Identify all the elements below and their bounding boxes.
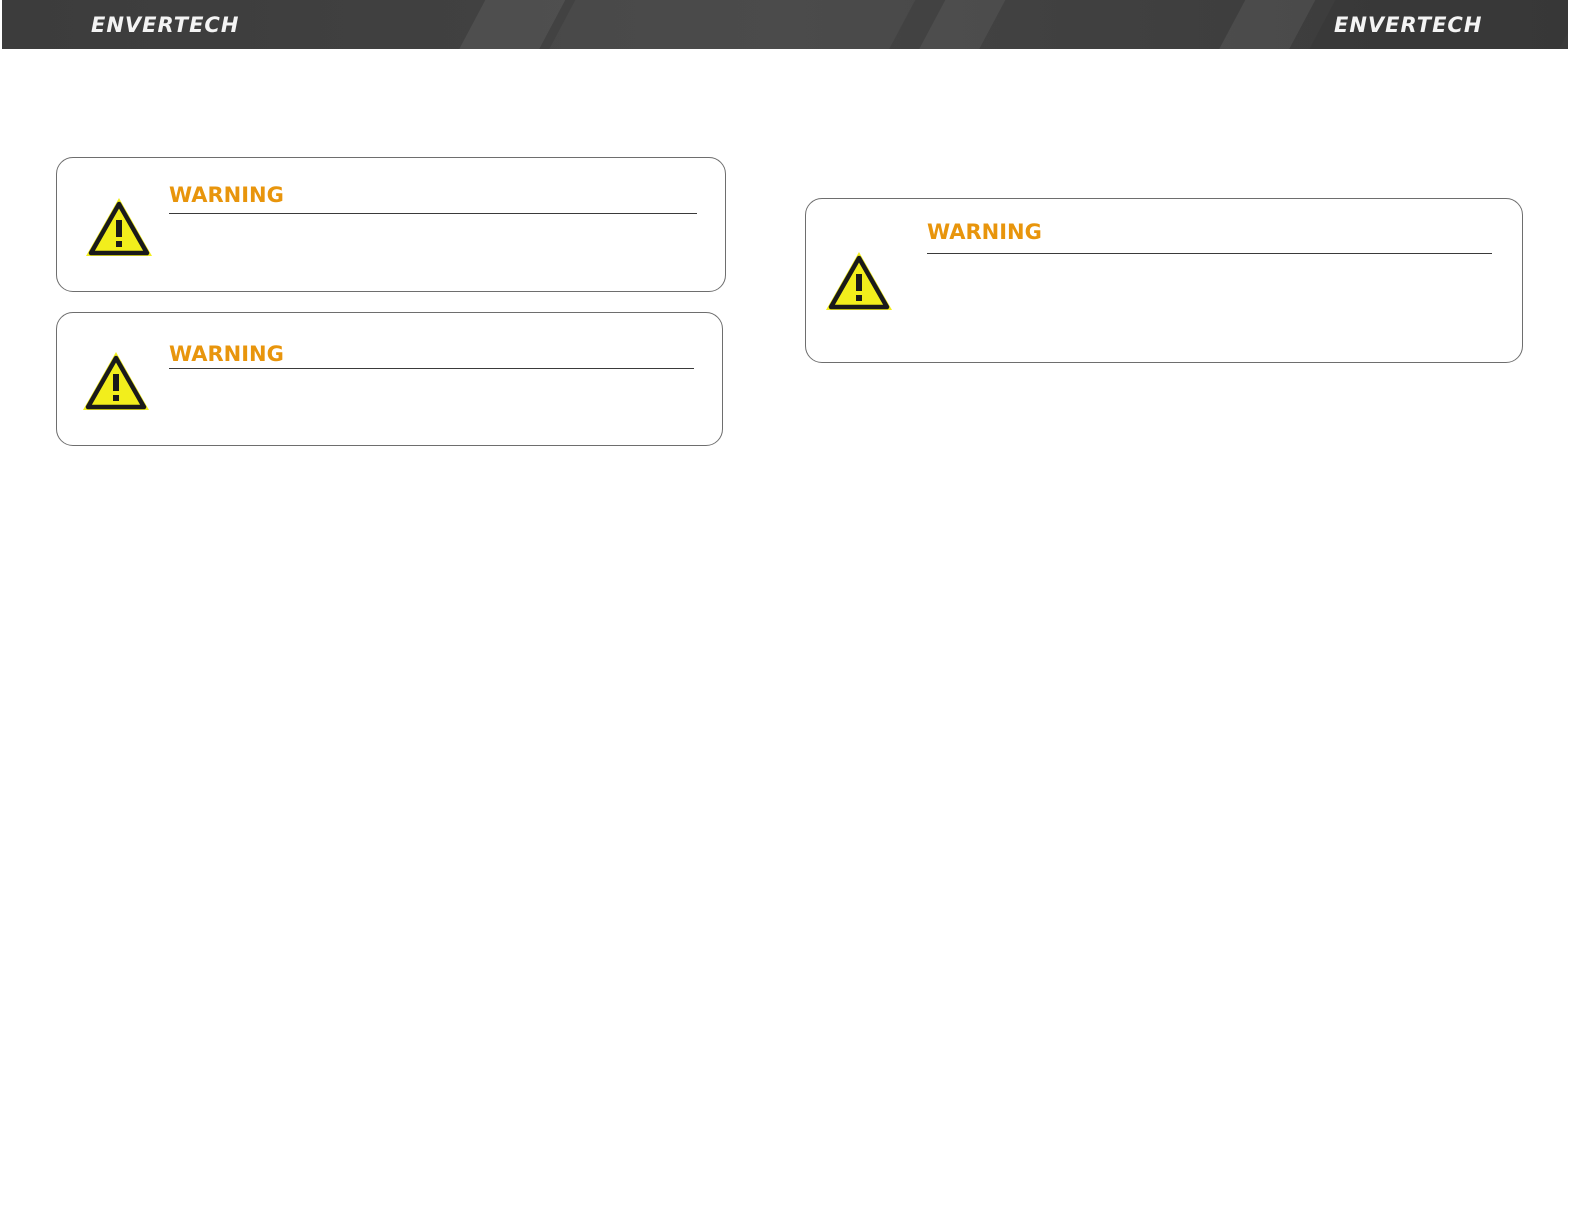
header-decoration xyxy=(543,0,921,49)
header-decoration xyxy=(913,0,1011,49)
brand-logo-right: ENVERTECH xyxy=(1334,13,1483,37)
warning-triangle-icon xyxy=(826,252,892,310)
warning-box: WARNING xyxy=(56,157,726,292)
warning-box: WARNING xyxy=(56,312,723,446)
warning-title: WARNING xyxy=(169,342,284,366)
warning-divider xyxy=(169,368,694,369)
warning-box: WARNING xyxy=(805,198,1523,363)
brand-logo-left: ENVERTECH xyxy=(91,13,240,37)
warning-triangle-icon xyxy=(86,198,152,256)
page-header: ENVERTECH ENVERTECH xyxy=(2,0,1568,49)
header-decoration xyxy=(1213,0,1321,49)
warning-title: WARNING xyxy=(169,183,284,207)
warning-divider xyxy=(927,253,1492,254)
warning-title: WARNING xyxy=(927,220,1042,244)
warning-divider xyxy=(169,213,697,214)
warning-triangle-icon xyxy=(83,352,149,410)
